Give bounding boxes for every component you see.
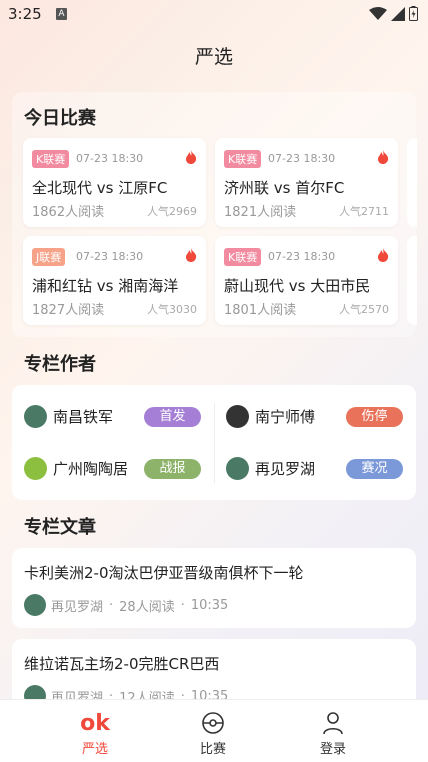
divider <box>214 403 215 483</box>
match-time: 07-23 18:30 <box>268 152 336 165</box>
league-tag: K联赛 <box>32 150 70 168</box>
match-teams: 蔚山现代 vs 大田市民 <box>224 277 371 295</box>
match-reads: 1801人阅读 <box>224 303 297 318</box>
article-reads: 28人阅读 <box>119 599 175 615</box>
match-popularity: 人气2969 <box>147 205 197 218</box>
status-icons <box>369 6 418 21</box>
match-popularity: 人气2711 <box>339 205 389 218</box>
match-card[interactable]: J联赛 07-23 18:30 浦和红钻 vs 湘南海洋 1827人阅读 人气3… <box>23 236 206 325</box>
match-popularity: 人气2570 <box>339 303 389 316</box>
bottom-tab-bar: ok 严选 比赛 登录 <box>0 699 428 762</box>
avatar <box>226 457 249 480</box>
author-name: 南昌铁军 <box>53 408 114 426</box>
fire-icon <box>186 150 197 164</box>
author-item[interactable]: 南昌铁军 <box>24 405 113 428</box>
user-icon <box>323 712 343 735</box>
meta-separator: · <box>109 597 114 613</box>
match-time: 07-23 18:30 <box>76 152 144 165</box>
match-popularity: 人气3030 <box>147 303 197 316</box>
article-meta: 再见罗湖 · 28人阅读 · 10:35 <box>24 594 228 616</box>
match-reads: 1821人阅读 <box>224 205 297 220</box>
fire-icon <box>378 248 389 262</box>
section-title-authors: 专栏作者 <box>24 354 96 375</box>
match-teams: 济州联 vs 首尔FC <box>224 179 345 197</box>
league-tag: K联赛 <box>224 150 262 168</box>
author-name: 再见罗湖 <box>255 460 316 478</box>
author-badge[interactable]: 战报 <box>144 459 201 479</box>
section-title-articles: 专栏文章 <box>24 517 96 538</box>
status-time: 3:25 <box>8 5 42 23</box>
tab-label: 比赛 <box>199 742 226 757</box>
match-card[interactable]: K联赛 07-23 18:30 济州联 vs 首尔FC 1821人阅读 人气27… <box>215 138 398 227</box>
ball-icon <box>202 712 224 734</box>
page-title: 严选 <box>194 46 233 68</box>
status-bar: 3:25 A <box>0 0 428 30</box>
tab-label: 登录 <box>319 742 346 757</box>
today-matches-section: 今日比赛 K联赛 07-23 18:30 全北现代 vs 江原FC 1862人阅… <box>12 92 417 337</box>
article-card[interactable]: 卡利美洲2-0淘汰巴伊亚晋级南俱杯下一轮 再见罗湖 · 28人阅读 · 10:3… <box>12 548 416 628</box>
match-card-peek[interactable] <box>407 138 417 227</box>
signal-icon <box>391 6 405 21</box>
tab-label: 严选 <box>81 742 108 757</box>
avatar <box>24 594 46 616</box>
author-name: 南宁师傅 <box>255 408 316 426</box>
match-card[interactable]: K联赛 07-23 18:30 蔚山现代 vs 大田市民 1801人阅读 人气2… <box>215 236 398 325</box>
match-card-peek[interactable] <box>407 236 417 325</box>
match-card[interactable]: K联赛 07-23 18:30 全北现代 vs 江原FC 1862人阅读 人气2… <box>23 138 206 227</box>
battery-icon <box>409 6 418 21</box>
match-teams: 全北现代 vs 江原FC <box>32 179 168 197</box>
match-time: 07-23 18:30 <box>76 250 144 263</box>
author-item[interactable]: 南宁师傅 <box>226 405 315 428</box>
avatar <box>226 405 249 428</box>
article-title: 维拉诺瓦主场2-0完胜CR巴西 <box>24 655 220 673</box>
wifi-icon <box>369 6 387 20</box>
match-time: 07-23 18:30 <box>268 250 336 263</box>
tab-matches[interactable]: 比赛 <box>173 710 253 757</box>
fire-icon <box>186 248 197 262</box>
fire-icon <box>378 150 389 164</box>
article-title: 卡利美洲2-0淘汰巴伊亚晋级南俱杯下一轮 <box>24 564 304 582</box>
match-reads: 1862人阅读 <box>32 205 105 220</box>
league-tag: J联赛 <box>32 248 66 266</box>
avatar <box>24 457 47 480</box>
tab-login[interactable]: 登录 <box>293 710 373 757</box>
author-name: 广州陶陶居 <box>53 460 129 478</box>
article-author: 再见罗湖 <box>51 599 104 615</box>
ok-logo-icon: ok <box>80 710 110 736</box>
league-tag: K联赛 <box>224 248 262 266</box>
section-title-today: 今日比赛 <box>24 108 96 129</box>
author-badge[interactable]: 首发 <box>144 407 201 427</box>
author-item[interactable]: 广州陶陶居 <box>24 457 128 480</box>
avatar <box>24 405 47 428</box>
tab-yanxuan[interactable]: ok 严选 <box>55 710 135 758</box>
author-badge[interactable]: 赛况 <box>346 459 403 479</box>
meta-separator: · <box>180 597 185 613</box>
author-item[interactable]: 再见罗湖 <box>226 457 315 480</box>
article-time: 10:35 <box>190 597 229 613</box>
author-badge[interactable]: 伤停 <box>346 407 403 427</box>
authors-panel: 南昌铁军 首发 南宁师傅 伤停 广州陶陶居 战报 再见罗湖 赛况 <box>12 385 416 500</box>
match-reads: 1827人阅读 <box>32 303 105 318</box>
notification-a-icon: A <box>56 8 67 20</box>
match-teams: 浦和红钻 vs 湘南海洋 <box>32 277 179 295</box>
